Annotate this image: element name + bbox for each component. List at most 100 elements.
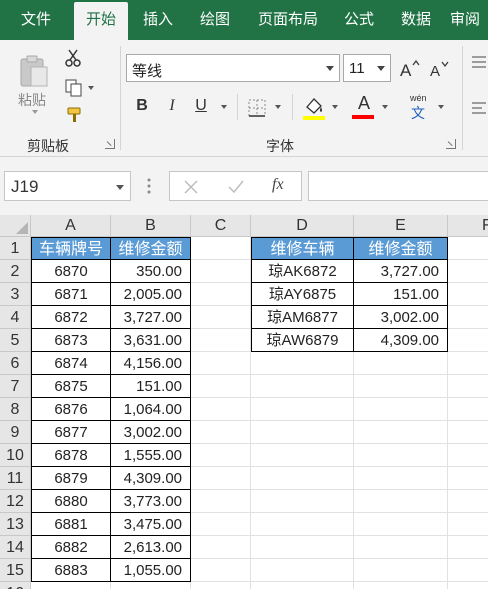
row-header-2[interactable]: 2	[0, 260, 31, 283]
italic-button[interactable]: I	[163, 97, 181, 115]
borders-icon[interactable]	[247, 98, 267, 118]
row-header-11[interactable]: 11	[0, 467, 31, 490]
row-header-13[interactable]: 13	[0, 513, 31, 536]
row-header-9[interactable]: 9	[0, 421, 31, 444]
row-header-8[interactable]: 8	[0, 398, 31, 421]
tab-home[interactable]: 开始	[74, 2, 128, 40]
cancel-icon[interactable]	[183, 179, 199, 195]
enter-icon[interactable]	[227, 179, 245, 195]
table-cell[interactable]: 6874	[31, 352, 111, 375]
table-cell[interactable]: 6879	[31, 467, 111, 490]
increase-font-size-icon[interactable]: A	[398, 58, 420, 80]
font-name-combo[interactable]: 等线	[126, 54, 340, 82]
row-header-12[interactable]: 12	[0, 490, 31, 513]
column-header-c[interactable]: C	[191, 215, 251, 237]
copy-icon[interactable]	[64, 78, 84, 98]
format-painter-icon[interactable]	[66, 106, 84, 124]
table-cell[interactable]: 琼AM6877	[251, 306, 354, 329]
insert-function-icon[interactable]: fx	[272, 176, 284, 194]
table-cell[interactable]: 1,555.00	[111, 444, 191, 467]
worksheet-grid[interactable]: A B C D E F 12345678910111213141516 车辆牌号…	[0, 215, 488, 589]
underline-dropdown-icon[interactable]	[221, 105, 227, 109]
table-cell[interactable]: 6873	[31, 329, 111, 352]
chevron-down-icon[interactable]	[377, 66, 385, 71]
drag-handle-icon[interactable]	[144, 177, 154, 195]
table-cell[interactable]: 350.00	[111, 260, 191, 283]
table-cell[interactable]: 3,727.00	[111, 306, 191, 329]
row-header-16[interactable]: 16	[0, 582, 31, 589]
table-header-cell[interactable]: 车辆牌号	[31, 237, 111, 260]
table-cell[interactable]: 2,613.00	[111, 536, 191, 559]
table-cell[interactable]: 琼AY6875	[251, 283, 354, 306]
table-cell[interactable]: 6870	[31, 260, 111, 283]
row-header-15[interactable]: 15	[0, 559, 31, 582]
table-cell[interactable]: 6872	[31, 306, 111, 329]
table-header-cell[interactable]: 维修金额	[354, 237, 448, 260]
table-cell[interactable]: 3,002.00	[354, 306, 448, 329]
paste-dropdown-icon[interactable]	[32, 110, 38, 114]
tab-formulas[interactable]: 公式	[334, 0, 384, 40]
chevron-down-icon[interactable]	[326, 66, 334, 71]
row-header-5[interactable]: 5	[0, 329, 31, 352]
table-cell[interactable]: 3,475.00	[111, 513, 191, 536]
tab-page-layout[interactable]: 页面布局	[248, 0, 328, 40]
underline-button[interactable]: U	[192, 97, 210, 115]
decrease-font-size-icon[interactable]: A	[428, 58, 450, 80]
row-header-6[interactable]: 6	[0, 352, 31, 375]
row-header-1[interactable]: 1	[0, 237, 31, 260]
column-header-d[interactable]: D	[251, 215, 354, 237]
table-header-cell[interactable]: 维修车辆	[251, 237, 354, 260]
tab-insert[interactable]: 插入	[134, 0, 182, 40]
row-header-14[interactable]: 14	[0, 536, 31, 559]
table-cell[interactable]: 琼AK6872	[251, 260, 354, 283]
column-header-a[interactable]: A	[31, 215, 111, 237]
cut-icon[interactable]	[64, 48, 82, 68]
clipboard-launcher-icon[interactable]	[105, 139, 115, 149]
table-cell[interactable]: 3,631.00	[111, 329, 191, 352]
phonetic-guide-button[interactable]: wén 文	[408, 93, 432, 121]
table-cell[interactable]: 6871	[31, 283, 111, 306]
row-header-4[interactable]: 4	[0, 306, 31, 329]
table-cell[interactable]: 6875	[31, 375, 111, 398]
table-cell[interactable]: 6881	[31, 513, 111, 536]
align-top-icon[interactable]	[470, 54, 486, 72]
table-cell[interactable]: 4,309.00	[111, 467, 191, 490]
table-cell[interactable]: 6880	[31, 490, 111, 513]
table-cell[interactable]: 4,156.00	[111, 352, 191, 375]
table-cell[interactable]: 151.00	[111, 375, 191, 398]
table-cell[interactable]: 6877	[31, 421, 111, 444]
table-header-cell[interactable]: 维修金额	[111, 237, 191, 260]
select-all-corner[interactable]	[0, 215, 31, 237]
row-header-3[interactable]: 3	[0, 283, 31, 306]
fill-color-icon[interactable]	[302, 95, 326, 121]
tab-data[interactable]: 数据	[390, 0, 442, 40]
name-box[interactable]: J19	[4, 171, 131, 201]
copy-dropdown-icon[interactable]	[88, 86, 94, 90]
column-header-b[interactable]: B	[111, 215, 191, 237]
table-cell[interactable]: 151.00	[354, 283, 448, 306]
chevron-down-icon[interactable]	[116, 185, 124, 190]
table-cell[interactable]: 6876	[31, 398, 111, 421]
table-cell[interactable]: 3,773.00	[111, 490, 191, 513]
borders-dropdown-icon[interactable]	[275, 105, 281, 109]
row-header-10[interactable]: 10	[0, 444, 31, 467]
formula-input[interactable]	[308, 171, 488, 201]
tab-file[interactable]: 文件	[4, 0, 68, 40]
font-color-button[interactable]: A	[352, 93, 376, 121]
table-cell[interactable]: 3,002.00	[111, 421, 191, 444]
table-cell[interactable]: 6883	[31, 559, 111, 582]
column-header-f[interactable]: F	[448, 215, 488, 237]
table-cell[interactable]: 3,727.00	[354, 260, 448, 283]
table-cell[interactable]: 6882	[31, 536, 111, 559]
bold-button[interactable]: B	[133, 97, 151, 115]
table-cell[interactable]: 6878	[31, 444, 111, 467]
tab-draw[interactable]: 绘图	[190, 0, 240, 40]
table-cell[interactable]: 2,005.00	[111, 283, 191, 306]
table-cell[interactable]: 1,064.00	[111, 398, 191, 421]
row-header-7[interactable]: 7	[0, 375, 31, 398]
table-cell[interactable]: 4,309.00	[354, 329, 448, 352]
table-cell[interactable]: 1,055.00	[111, 559, 191, 582]
font-size-combo[interactable]: 11	[343, 54, 391, 82]
font-launcher-icon[interactable]	[446, 139, 456, 149]
font-color-dropdown-icon[interactable]	[382, 105, 388, 109]
